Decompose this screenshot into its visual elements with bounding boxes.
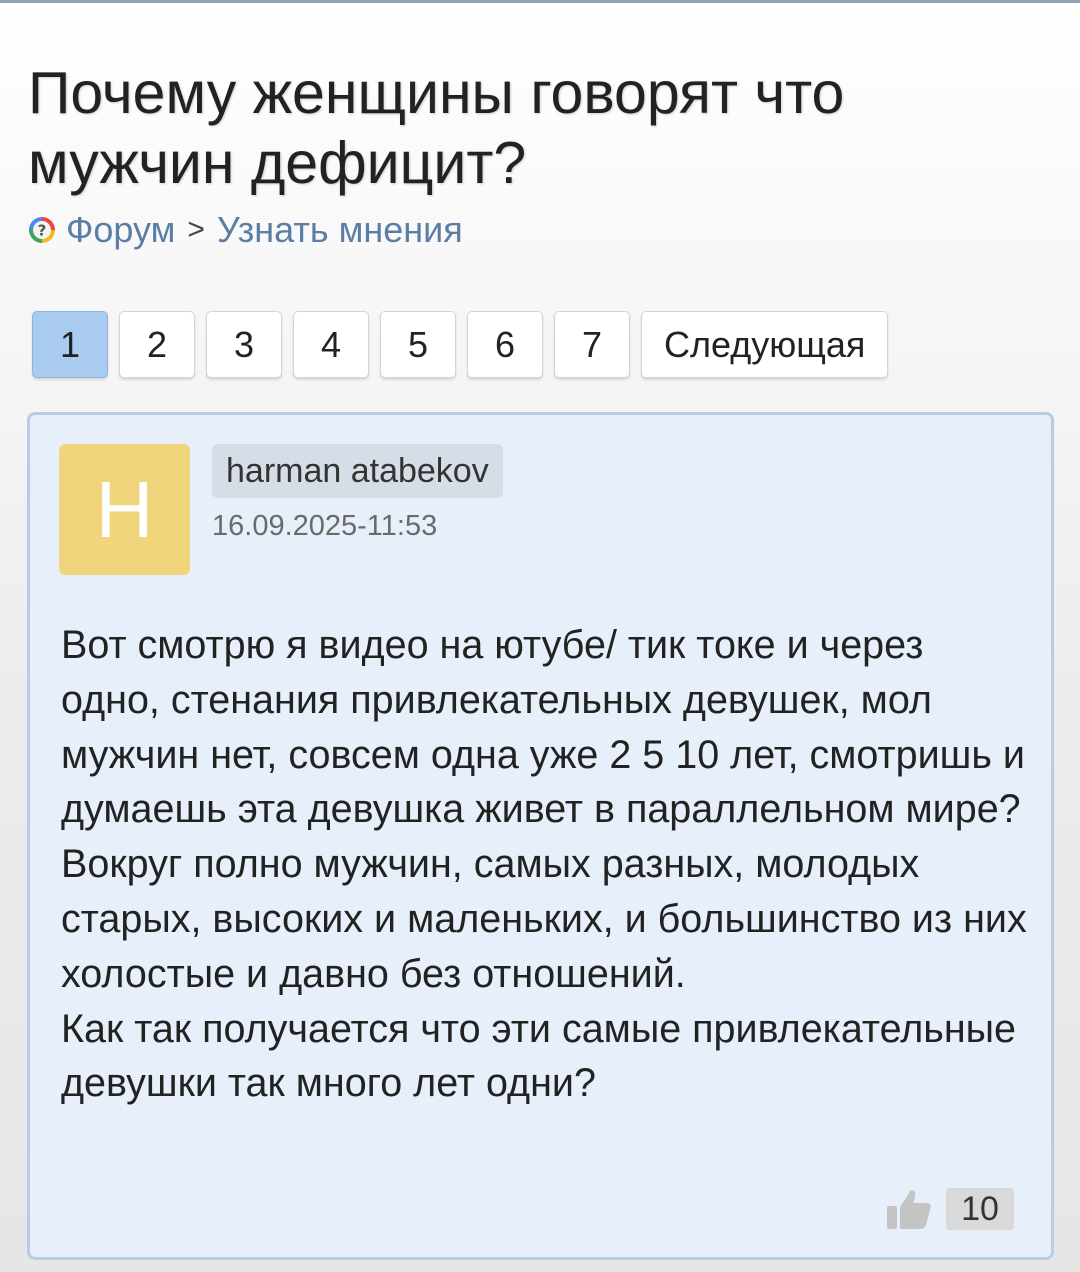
breadcrumb: ? Форум > Узнать мнения <box>28 208 463 252</box>
page-button-3[interactable]: 3 <box>206 311 282 378</box>
next-page-button[interactable]: Следующая <box>641 311 889 378</box>
thumbs-up-icon[interactable] <box>886 1187 932 1231</box>
post-paragraph: Как так получается что эти самые привлек… <box>61 1006 1017 1106</box>
page-button-4[interactable]: 4 <box>293 311 369 378</box>
avatar[interactable]: H <box>59 444 190 575</box>
like-count: 10 <box>946 1188 1014 1230</box>
top-divider <box>0 0 1080 3</box>
page-button-1[interactable]: 1 <box>32 311 108 378</box>
breadcrumb-section-link[interactable]: Узнать мнения <box>217 209 463 251</box>
question-post: H harman atabekov 16.09.2025-11:53 Вот с… <box>27 412 1054 1260</box>
post-date: 16.09.2025-11:53 <box>212 510 438 542</box>
breadcrumb-forum-link[interactable]: Форум <box>66 209 175 251</box>
page-button-6[interactable]: 6 <box>467 311 543 378</box>
breadcrumb-separator: > <box>187 213 205 246</box>
question-circle-icon: ? <box>29 217 55 243</box>
page-button-7[interactable]: 7 <box>554 311 630 378</box>
post-body: Вот смотрю я видео на ютубе/ тик токе и … <box>61 618 1031 1111</box>
svg-text:?: ? <box>38 222 47 240</box>
like-widget: 10 <box>886 1187 1014 1231</box>
page-button-2[interactable]: 2 <box>119 311 195 378</box>
page-button-5[interactable]: 5 <box>380 311 456 378</box>
author-name[interactable]: harman atabekov <box>212 444 503 498</box>
post-paragraph: Вот смотрю я видео на ютубе/ тик токе и … <box>61 623 1027 996</box>
pagination: 1 2 3 4 5 6 7 Следующая <box>32 311 889 379</box>
page-title: Почему женщины говорят что мужчин дефици… <box>28 60 845 196</box>
